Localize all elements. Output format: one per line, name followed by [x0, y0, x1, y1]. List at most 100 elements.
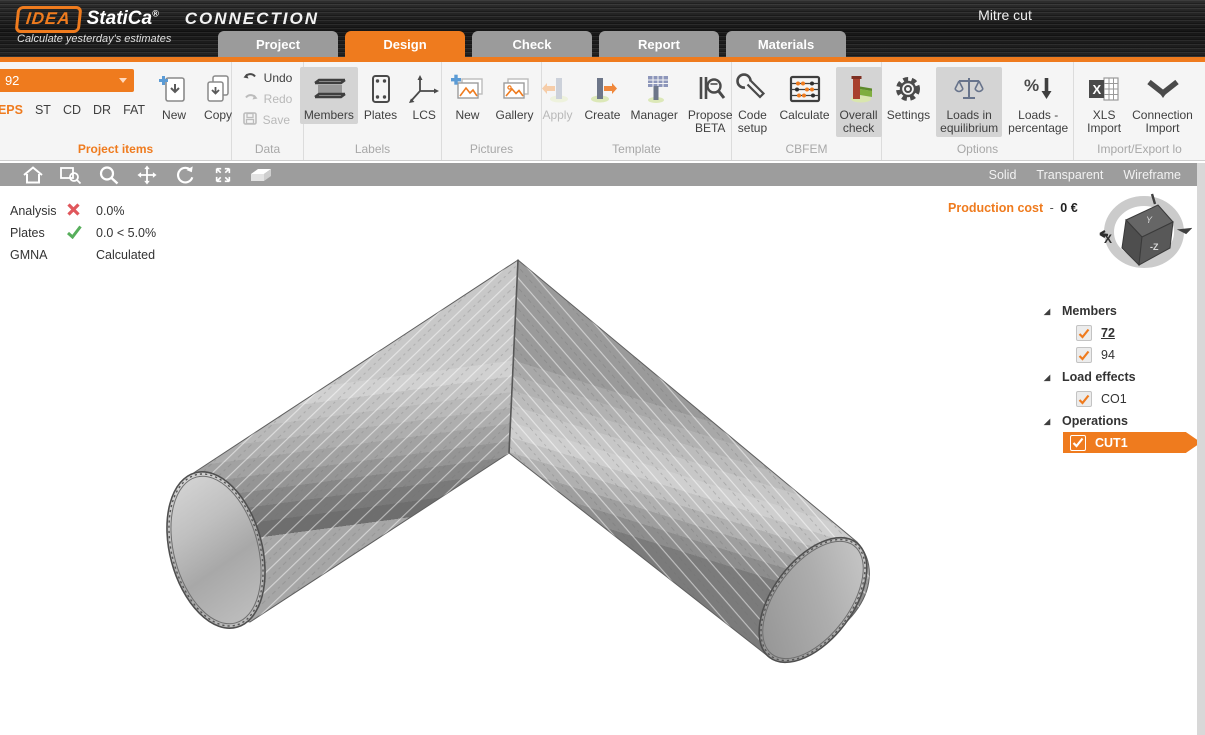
copy-icon — [201, 69, 235, 109]
member-72-tube[interactable] — [151, 260, 518, 639]
pan-icon[interactable] — [128, 163, 166, 186]
group-label-import-export: Import/Export lo — [1077, 141, 1202, 160]
settings-button[interactable]: Settings — [883, 67, 934, 124]
tree-section-load-effects[interactable]: ◢ Load effects — [1040, 366, 1202, 388]
tree-item-cut1-selected[interactable]: CUT1 — [1063, 432, 1201, 453]
checkbox-cut1[interactable] — [1070, 435, 1086, 451]
members-labels-button[interactable]: Members — [300, 67, 358, 124]
connection-import-icon — [1145, 69, 1181, 109]
propose-template-button[interactable]: Propose BETA — [684, 67, 737, 137]
status-row-plates: Plates 0.0 < 5.0% — [10, 222, 156, 244]
status-row-analysis: Analysis 0.0% — [10, 200, 156, 222]
logo-statica: StatiCa — [87, 8, 152, 29]
rotate-view-icon[interactable] — [166, 163, 204, 186]
overall-check-icon — [842, 69, 876, 109]
code-setup-button[interactable]: Code setup — [731, 67, 773, 137]
status-row-gmna: GMNA Calculated — [10, 244, 156, 266]
zoom-icon[interactable] — [90, 163, 128, 186]
member-beam-icon — [311, 69, 347, 109]
lcs-axes-icon — [407, 69, 441, 109]
scene-tree: ◢ Members 72 94 ◢ Load effects CO1 ◢ Op — [1040, 300, 1202, 453]
chevron-down-icon — [119, 78, 127, 83]
redo-button[interactable]: Redo — [239, 90, 297, 108]
svg-text:%: % — [1024, 76, 1039, 95]
loads-percentage-button[interactable]: % Loads - percentage — [1004, 67, 1072, 137]
tree-item-co1[interactable]: CO1 — [1040, 388, 1202, 410]
zoom-fit-icon[interactable] — [204, 163, 242, 186]
expander-icon[interactable]: ◢ — [1040, 373, 1062, 382]
ribbon-group-options: Settings Loads in equilibrium % Loads - … — [882, 62, 1074, 160]
xls-import-button[interactable]: X XLS Import — [1082, 67, 1126, 137]
tree-section-members[interactable]: ◢ Members — [1040, 300, 1202, 322]
overall-check-button[interactable]: Overall check — [836, 67, 882, 137]
ribbon-group-labels: Members Plates LCS Labels — [304, 62, 442, 160]
gear-icon — [891, 69, 925, 109]
group-label-project-items: Project items — [3, 141, 228, 160]
registered-mark: ® — [152, 9, 159, 19]
tree-item-member-94[interactable]: 94 — [1040, 344, 1202, 366]
template-manager-button[interactable]: Manager — [626, 67, 681, 124]
abacus-icon — [787, 69, 823, 109]
plate-icon — [366, 69, 396, 109]
expander-icon[interactable]: ◢ — [1040, 417, 1062, 426]
display-modes: Solid Transparent Wireframe — [989, 168, 1197, 182]
new-document-icon — [157, 69, 191, 109]
mode-wireframe[interactable]: Wireframe — [1123, 168, 1181, 182]
viewport-toolbar: Solid Transparent Wireframe — [0, 163, 1197, 186]
tab-project[interactable]: Project — [218, 31, 338, 57]
group-label-options: Options — [885, 141, 1070, 160]
idea-statica-connection-window: IDEA StatiCa® CONNECTION Calculate yeste… — [0, 0, 1205, 735]
wrench-icon — [735, 69, 769, 109]
apply-template-button[interactable]: Apply — [536, 67, 578, 124]
home-view-icon[interactable] — [14, 163, 52, 186]
checkbox-member-94[interactable] — [1076, 347, 1092, 363]
tab-check[interactable]: Check — [472, 31, 592, 57]
ribbon-group-project-items: 92 EPS ST CD DR FAT New — [0, 62, 232, 160]
project-item-dropdown[interactable]: 92 — [0, 69, 134, 92]
checkbox-member-72[interactable] — [1076, 325, 1092, 341]
solid-box-icon[interactable] — [242, 163, 280, 186]
type-fat[interactable]: FAT — [123, 103, 145, 117]
new-project-item-button[interactable]: New — [153, 67, 195, 124]
connection-import-button[interactable]: Connection Import — [1128, 67, 1197, 137]
tab-report[interactable]: Report — [599, 31, 719, 57]
tree-item-member-72[interactable]: 72 — [1040, 322, 1202, 344]
lcs-labels-button[interactable]: LCS — [403, 67, 445, 124]
undo-button[interactable]: Undo — [239, 69, 297, 87]
ribbon-group-import-export: X XLS Import Connection Import Import/Ex… — [1074, 62, 1205, 160]
3d-viewport[interactable]: Analysis 0.0% Plates 0.0 < 5.0% GMNA Cal… — [0, 186, 1205, 735]
group-label-cbfem: CBFEM — [735, 141, 878, 160]
tab-design[interactable]: Design — [345, 31, 465, 57]
navigation-cube[interactable]: X Y -Z — [1096, 190, 1192, 283]
template-manager-icon — [636, 69, 672, 109]
member-94-tube[interactable] — [509, 260, 888, 682]
plates-labels-button[interactable]: Plates — [360, 67, 401, 124]
cross-icon — [66, 202, 96, 220]
production-cost: Production cost - 0 € — [948, 201, 1078, 215]
cube-top-label: Y — [1146, 215, 1153, 225]
tab-materials[interactable]: Materials — [726, 31, 846, 57]
mitre-cut-model[interactable] — [0, 186, 1205, 735]
type-st[interactable]: ST — [35, 103, 51, 117]
vertical-scrollbar[interactable] — [1197, 163, 1205, 735]
zoom-window-icon[interactable] — [52, 163, 90, 186]
loads-in-equilibrium-button[interactable]: Loads in equilibrium — [936, 67, 1002, 137]
calculate-button[interactable]: Calculate — [775, 67, 833, 124]
ribbon-group-cbfem: Code setup Calculate Overall check CBFEM — [732, 62, 882, 160]
product-name: CONNECTION — [185, 9, 319, 29]
mode-transparent[interactable]: Transparent — [1036, 168, 1103, 182]
checkbox-co1[interactable] — [1076, 391, 1092, 407]
create-template-button[interactable]: Create — [580, 67, 624, 124]
gallery-button[interactable]: Gallery — [491, 67, 537, 124]
expander-icon[interactable]: ◢ — [1040, 307, 1062, 316]
save-button[interactable]: Save — [239, 111, 297, 129]
main-tabs: Project Design Check Report Materials — [218, 31, 846, 57]
new-picture-button[interactable]: New — [445, 67, 489, 124]
gallery-icon — [496, 69, 532, 109]
mode-solid[interactable]: Solid — [989, 168, 1017, 182]
undo-icon — [243, 71, 258, 86]
type-dr[interactable]: DR — [93, 103, 111, 117]
tree-section-operations[interactable]: ◢ Operations — [1040, 410, 1202, 432]
type-cd[interactable]: CD — [63, 103, 81, 117]
type-eps[interactable]: EPS — [0, 103, 23, 117]
